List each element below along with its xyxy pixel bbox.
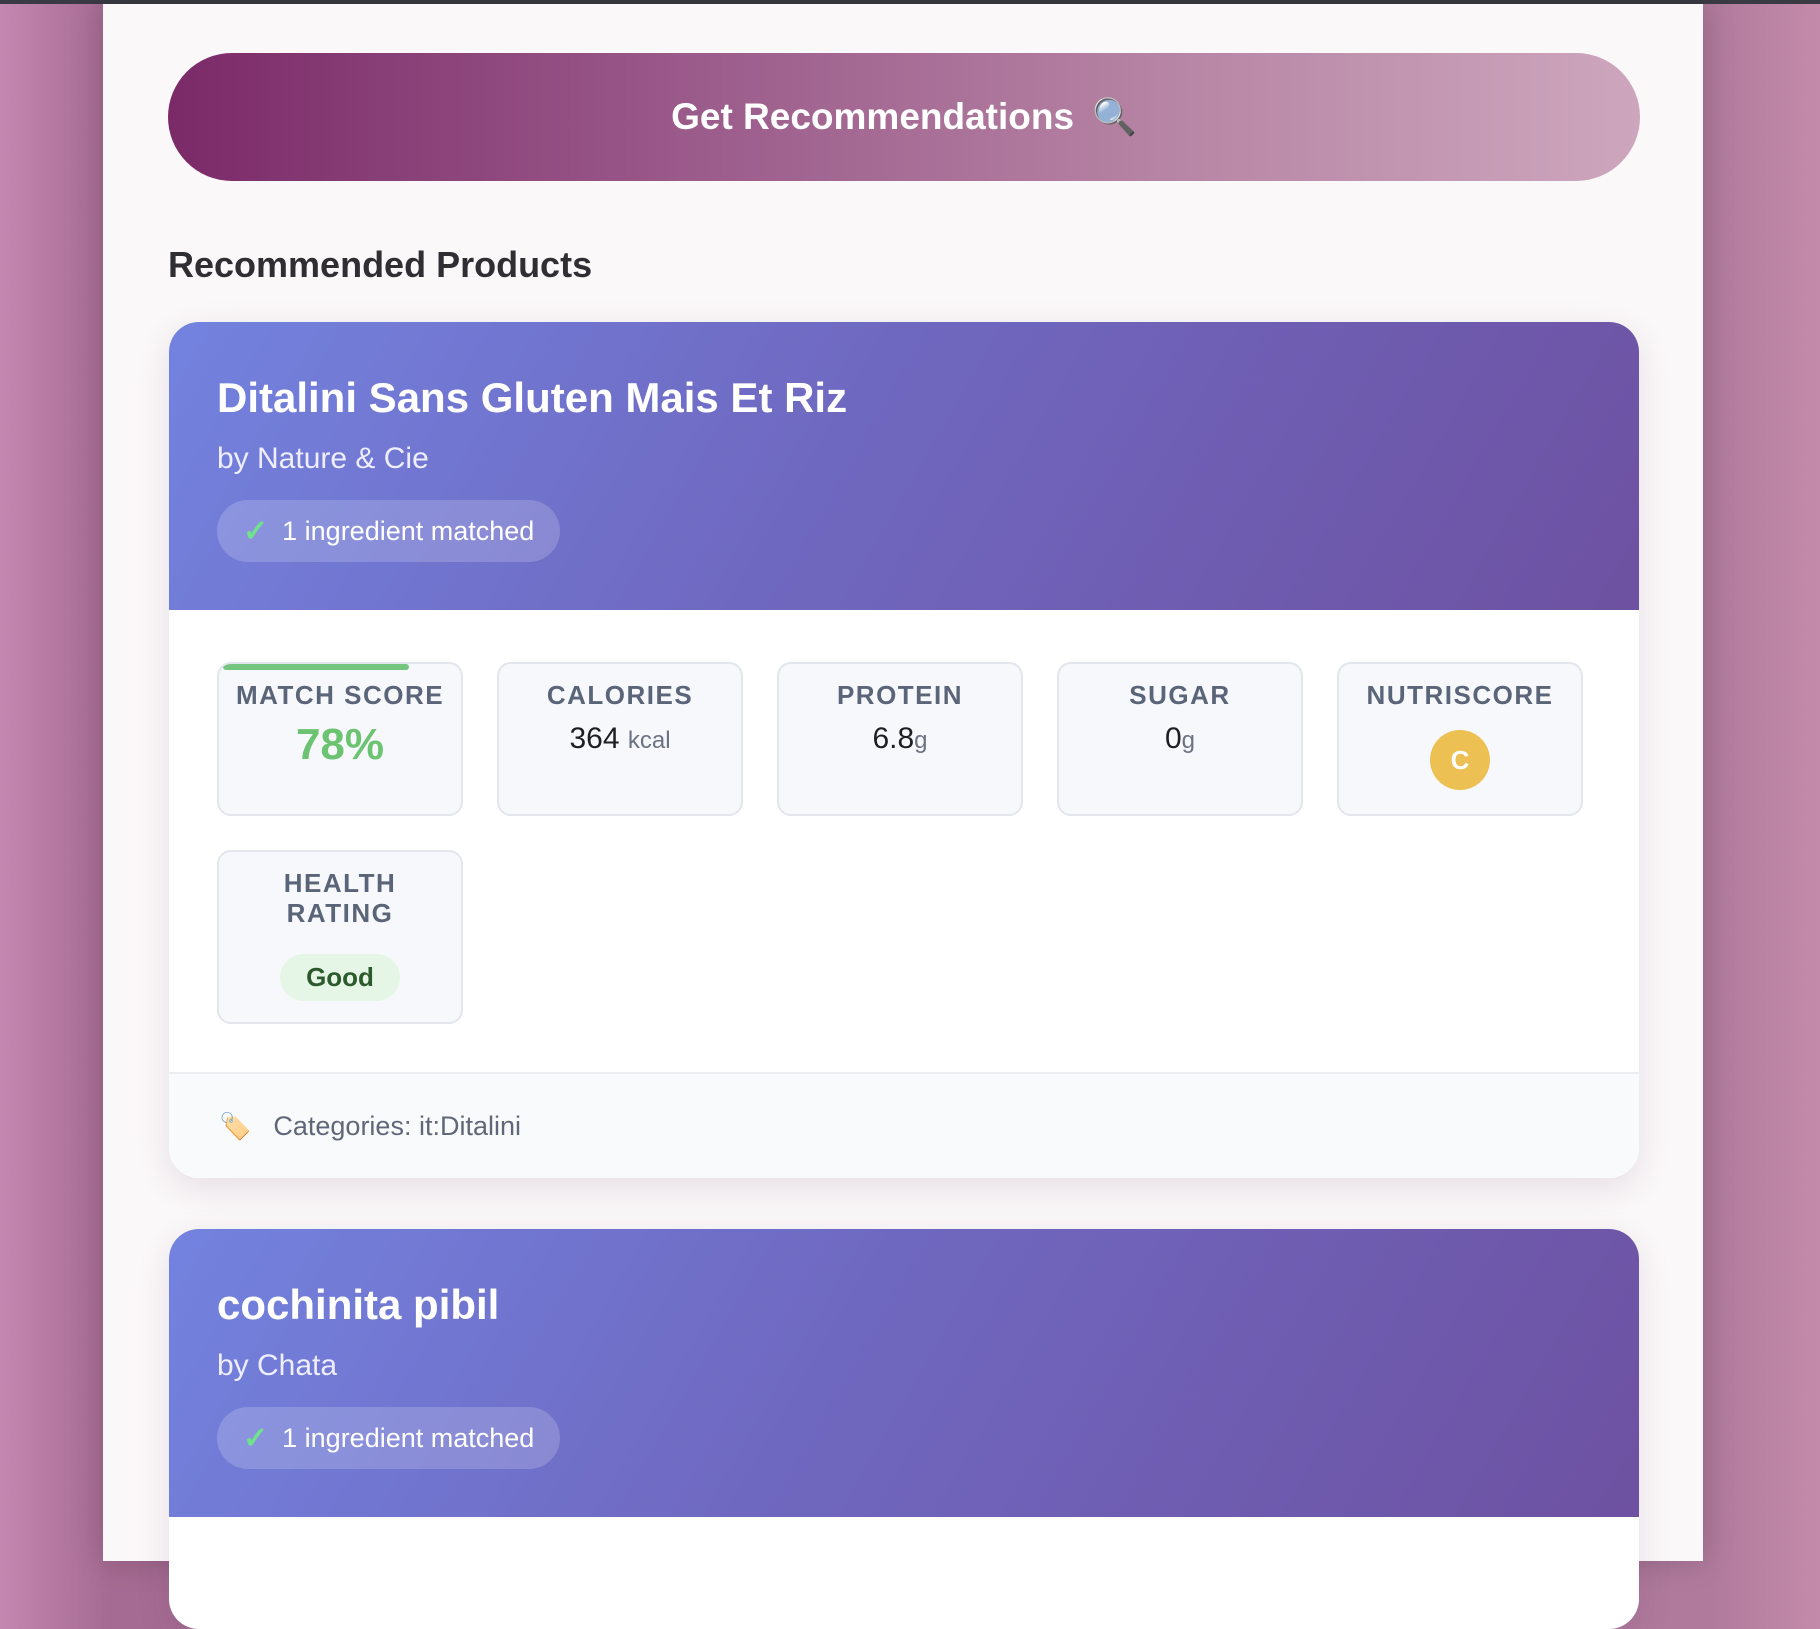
product-card-header: Ditalini Sans Gluten Mais Et Riz by Natu… [169, 322, 1639, 610]
protein-value: 6.8 [872, 722, 915, 755]
nutriscore-grade: C [1430, 730, 1490, 790]
product-name: cochinita pibil [217, 1281, 500, 1328]
protein-label: PROTEIN [836, 680, 964, 710]
tag-icon: 🏷️ [219, 1110, 252, 1141]
ingredient-match-badge: ✓ 1 ingredient matched [217, 500, 561, 562]
nutriscore-stat: NUTRISCORE C [1337, 662, 1583, 816]
match-score-label: MATCH SCORE [235, 680, 445, 710]
product-card[interactable]: cochinita pibil by Chata ✓ 1 ingredient … [169, 1229, 1639, 1629]
ingredient-match-text: 1 ingredient matched [282, 1422, 535, 1453]
product-brand: by Chata [217, 1349, 338, 1382]
product-card-header: cochinita pibil by Chata ✓ 1 ingredient … [169, 1229, 1639, 1517]
protein-unit: g [914, 727, 928, 754]
protein-stat: PROTEIN 6.8g [777, 662, 1023, 816]
match-score-stat: MATCH SCORE 78% [217, 662, 463, 816]
calories-label: CALORIES [546, 680, 694, 710]
sugar-label: SUGAR [1129, 680, 1231, 710]
check-icon: ✓ [243, 1421, 269, 1455]
get-recommendations-label: Get Recommendations [671, 96, 1075, 137]
calories-unit: kcal [627, 727, 671, 754]
product-card-footer: 🏷️ Categories: it:Ditalini [169, 1072, 1639, 1178]
sugar-value: 0 [1164, 722, 1182, 755]
check-icon: ✓ [243, 514, 269, 548]
nutriscore-label: NUTRISCORE [1366, 680, 1554, 710]
product-name: Ditalini Sans Gluten Mais Et Riz [217, 374, 848, 421]
sugar-unit: g [1181, 727, 1196, 754]
section-title: Recommended Products [168, 244, 593, 285]
ingredient-match-text: 1 ingredient matched [282, 515, 535, 546]
calories-stat: CALORIES 364 kcal [497, 662, 743, 816]
sugar-stat: SUGAR 0g [1057, 662, 1303, 816]
ingredient-match-badge: ✓ 1 ingredient matched [217, 1407, 561, 1469]
match-score-value: 78% [295, 720, 385, 769]
calories-value: 364 [569, 722, 620, 755]
product-card[interactable]: Ditalini Sans Gluten Mais Et Riz by Natu… [169, 322, 1639, 1178]
search-icon: 🔍 [1092, 96, 1137, 137]
health-rating-label: HEALTH RATING [283, 868, 397, 928]
health-rating-stat: HEALTH RATING Good [217, 850, 463, 1024]
main-container: Get Recommendations 🔍 Recommended Produc… [103, 4, 1703, 1629]
product-brand: by Nature & Cie [217, 442, 429, 475]
categories-text: Categories: it:Ditalini [273, 1110, 521, 1141]
health-rating-badge: Good [280, 954, 400, 1001]
get-recommendations-button[interactable]: Get Recommendations 🔍 [168, 53, 1640, 181]
match-score-bar [223, 664, 409, 670]
